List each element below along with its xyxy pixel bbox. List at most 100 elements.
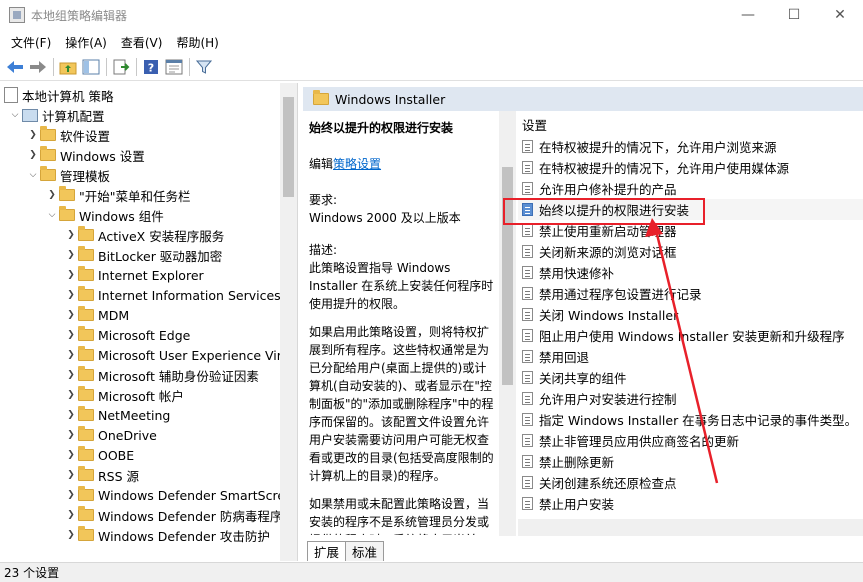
help-button[interactable]: ? <box>140 56 162 78</box>
settings-row[interactable]: 阻止用户使用 Windows Installer 安装更新和升级程序 <box>518 325 863 346</box>
menu-file[interactable]: 文件(F) <box>4 34 58 51</box>
tree-item-component[interactable]: ❯ Internet Explorer <box>64 265 204 285</box>
chevron-down-icon[interactable]: ⌵ <box>8 105 22 125</box>
chevron-right-icon[interactable]: ❯ <box>64 265 78 285</box>
tree-scrollbar[interactable] <box>280 83 297 561</box>
settings-row[interactable]: 禁止删除更新 <box>518 451 863 472</box>
tab-extended[interactable]: 扩展 <box>307 541 347 561</box>
filter-button[interactable] <box>193 56 215 78</box>
settings-row[interactable]: 允许用户修补提升的产品 <box>518 178 863 199</box>
chevron-right-icon[interactable]: ❯ <box>64 445 78 465</box>
folder-icon <box>78 386 94 401</box>
folder-icon <box>78 286 94 301</box>
chevron-right-icon[interactable]: ❯ <box>64 385 78 405</box>
chevron-right-icon[interactable]: ❯ <box>64 425 78 445</box>
description-scrollbar-thumb[interactable] <box>502 167 513 385</box>
tree-item-component[interactable]: ❯ RSS 源 <box>64 465 139 485</box>
settings-row[interactable]: 关闭新来源的浏览对话框 <box>518 241 863 262</box>
navigation-tree[interactable]: 本地计算机 策略 ⌵ 计算机配置 ❯ 软件设置 ❯ Windows 设置 ⌵ 管… <box>0 83 298 561</box>
tree-item-component[interactable]: ❯ NetMeeting <box>64 405 170 425</box>
tree-item-component[interactable]: ❯ Internet Information Services <box>64 285 281 305</box>
settings-row[interactable]: 始终以提升的权限进行安装 <box>518 199 863 220</box>
chevron-right-icon[interactable]: ❯ <box>64 485 78 505</box>
tree-item-component[interactable]: ❯ ActiveX 安装程序服务 <box>64 225 224 245</box>
policy-setting-icon <box>522 434 533 447</box>
minimize-button[interactable]: — <box>725 0 771 30</box>
maximize-button[interactable]: ☐ <box>771 0 817 30</box>
policy-setting-icon <box>522 161 533 174</box>
settings-column-header[interactable]: 设置 <box>518 113 863 135</box>
tree-item-local-policy[interactable]: 本地计算机 策略 <box>4 85 113 105</box>
chevron-right-icon[interactable]: ❯ <box>64 225 78 245</box>
chevron-right-icon[interactable]: ❯ <box>64 405 78 425</box>
menu-view[interactable]: 查看(V) <box>114 34 170 51</box>
folder-icon <box>78 266 94 281</box>
tree-item-component[interactable]: ❯ Microsoft 辅助身份验证因素 <box>64 365 259 385</box>
chevron-right-icon[interactable]: ❯ <box>26 125 40 145</box>
chevron-right-icon[interactable]: ❯ <box>64 245 78 265</box>
settings-row[interactable]: 禁止用户安装 <box>518 493 863 514</box>
tree-item-software-settings[interactable]: ❯ 软件设置 <box>26 125 110 145</box>
description-scrollbar[interactable] <box>499 111 516 536</box>
export-icon <box>113 59 130 75</box>
tree-item-component[interactable]: ❯ BitLocker 驱动器加密 <box>64 245 222 265</box>
tree-item-component[interactable]: ❯ Microsoft User Experience Virt <box>64 345 287 365</box>
folder-icon <box>40 166 56 181</box>
settings-row[interactable]: 禁止非管理员应用供应商签名的更新 <box>518 430 863 451</box>
chevron-right-icon[interactable]: ❯ <box>64 465 78 485</box>
settings-row-label: 禁用快速修补 <box>539 266 615 281</box>
settings-row-label: 指定 Windows Installer 在事务日志中记录的事件类型。 <box>539 413 858 428</box>
settings-row[interactable]: 在特权被提升的情况下，允许用户浏览来源 <box>518 136 863 157</box>
tree-item-component[interactable]: ❯ MDM <box>64 305 129 325</box>
back-button[interactable] <box>4 56 26 78</box>
chevron-right-icon[interactable]: ❯ <box>64 325 78 345</box>
settings-row[interactable]: 禁用通过程序包设置进行记录 <box>518 283 863 304</box>
chevron-right-icon[interactable]: ❯ <box>64 505 78 525</box>
chevron-down-icon[interactable]: ⌵ <box>45 205 59 225</box>
show-hide-tree-button[interactable] <box>80 56 102 78</box>
tree-item-component[interactable]: ❯ OneDrive <box>64 425 157 445</box>
tree-item-component[interactable]: ❯ Microsoft 帐户 <box>64 385 184 405</box>
settings-row[interactable]: 允许用户对安装进行控制 <box>518 388 863 409</box>
tree-item-windows-components[interactable]: ⌵ Windows 组件 <box>45 205 164 225</box>
forward-button[interactable] <box>27 56 49 78</box>
computer-icon <box>22 108 38 122</box>
tree-scrollbar-thumb[interactable] <box>283 97 294 197</box>
export-list-button[interactable] <box>110 56 132 78</box>
settings-horizontal-scrollbar[interactable] <box>518 519 863 536</box>
chevron-right-icon[interactable]: ❯ <box>64 345 78 365</box>
chevron-right-icon[interactable]: ❯ <box>26 145 40 165</box>
edit-policy-link[interactable]: 策略设置 <box>333 157 381 171</box>
chevron-down-icon[interactable]: ⌵ <box>26 165 40 185</box>
chevron-right-icon[interactable]: ❯ <box>64 525 78 545</box>
tree-item-component[interactable]: ❯ Windows Defender 攻击防护 <box>64 525 270 545</box>
tree-item-start-menu[interactable]: ❯ "开始"菜单和任务栏 <box>45 185 191 205</box>
settings-row[interactable]: 禁用回退 <box>518 346 863 367</box>
tree-item-component[interactable]: ❯ Microsoft Edge <box>64 325 190 345</box>
up-folder-button[interactable] <box>57 56 79 78</box>
chevron-right-icon[interactable]: ❯ <box>45 185 59 205</box>
tree-item-computer-config[interactable]: ⌵ 计算机配置 <box>8 105 105 125</box>
tree-item-component[interactable]: ❯ Windows Defender SmartScre <box>64 485 285 505</box>
settings-row[interactable]: 关闭共享的组件 <box>518 367 863 388</box>
close-button[interactable]: ✕ <box>817 0 863 30</box>
settings-row[interactable]: 关闭创建系统还原检查点 <box>518 472 863 493</box>
tab-standard[interactable]: 标准 <box>345 541 385 561</box>
settings-row-label: 禁止非管理员应用供应商签名的更新 <box>539 434 740 449</box>
settings-row[interactable]: 关闭 Windows Installer <box>518 304 863 325</box>
menu-action[interactable]: 操作(A) <box>58 34 114 51</box>
tree-item-component[interactable]: ❯ OOBE <box>64 445 134 465</box>
tree-item-windows-settings[interactable]: ❯ Windows 设置 <box>26 145 145 165</box>
tree-item-label: Microsoft 辅助身份验证因素 <box>98 368 259 384</box>
tree-item-admin-templates[interactable]: ⌵ 管理模板 <box>26 165 110 185</box>
chevron-right-icon[interactable]: ❯ <box>64 305 78 325</box>
settings-row[interactable]: 在特权被提升的情况下，允许用户使用媒体源 <box>518 157 863 178</box>
properties-button[interactable] <box>163 56 185 78</box>
tree-item-component[interactable]: ❯ Windows Defender 防病毒程序 <box>64 505 282 525</box>
chevron-right-icon[interactable]: ❯ <box>64 365 78 385</box>
settings-row[interactable]: 禁止使用重新启动管理器 <box>518 220 863 241</box>
menu-help[interactable]: 帮助(H) <box>169 34 225 51</box>
settings-row[interactable]: 禁用快速修补 <box>518 262 863 283</box>
chevron-right-icon[interactable]: ❯ <box>64 285 78 305</box>
settings-row[interactable]: 指定 Windows Installer 在事务日志中记录的事件类型。 <box>518 409 863 430</box>
